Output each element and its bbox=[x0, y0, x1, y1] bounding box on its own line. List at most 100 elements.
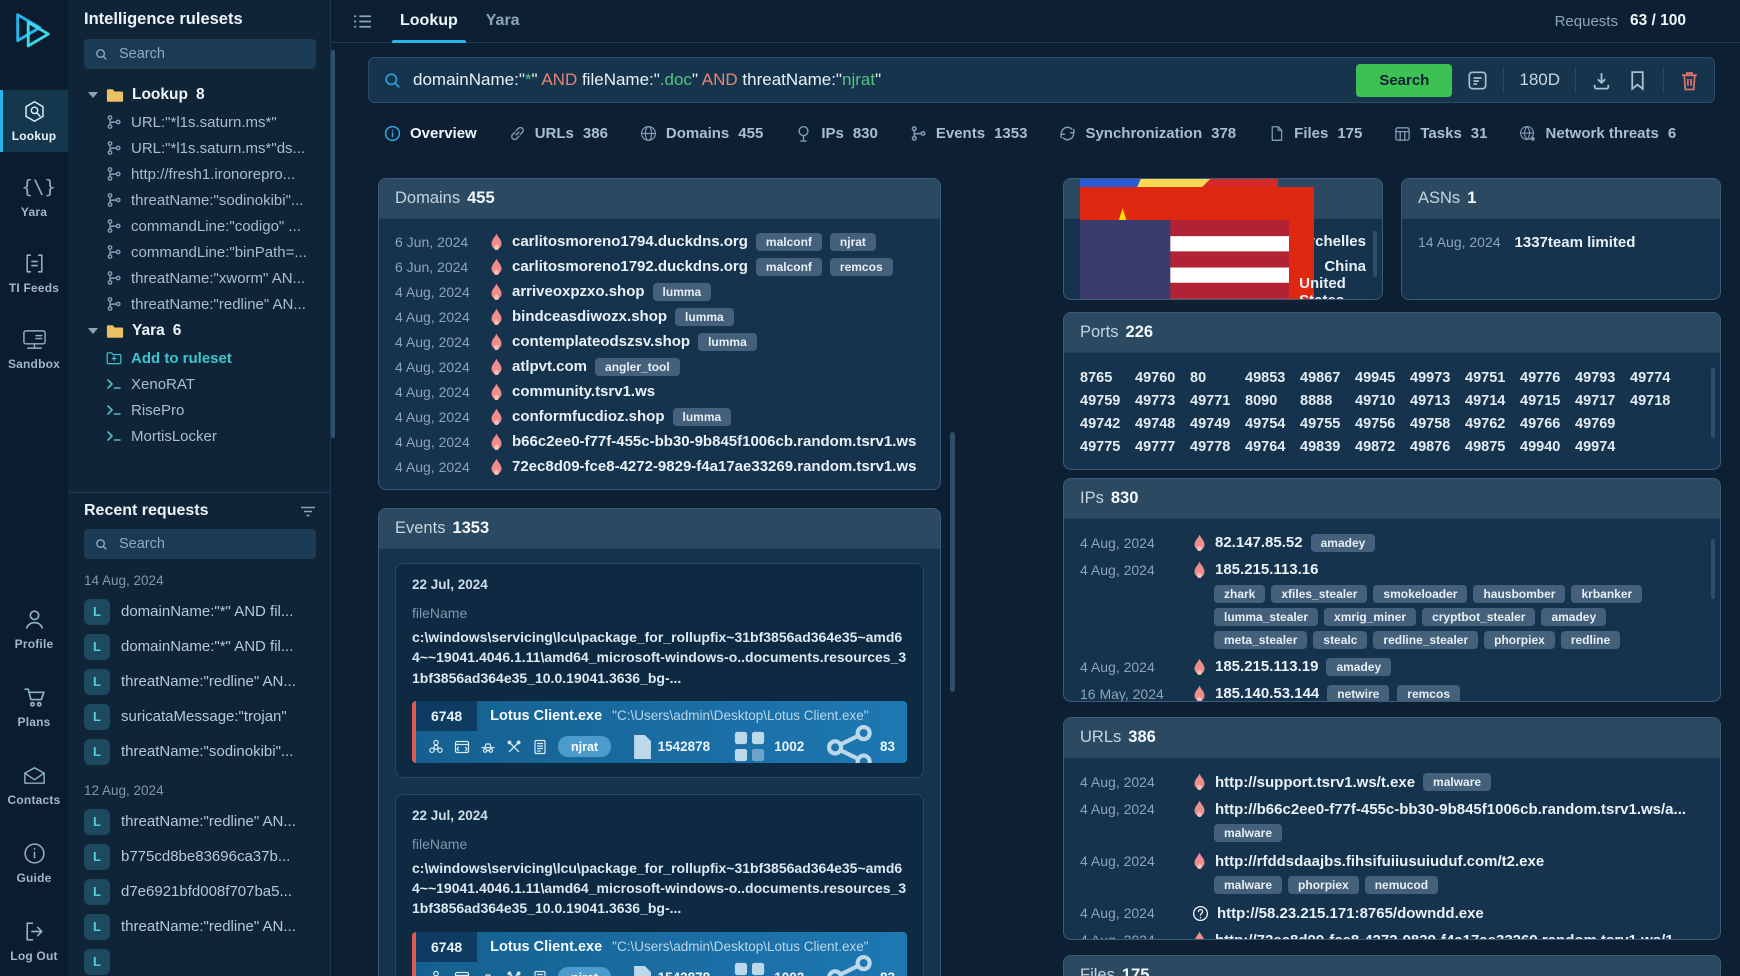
port-value[interactable]: 49853 bbox=[1245, 370, 1300, 386]
threat-tag[interactable]: malware bbox=[1214, 876, 1282, 894]
rulesets-search[interactable] bbox=[84, 39, 316, 69]
threat-tag[interactable]: lumma bbox=[673, 408, 732, 426]
url-link[interactable]: http://72ec8d09-fce8-4272-9829-f4a17ae33… bbox=[1215, 932, 1686, 941]
rail-item-ti-feeds[interactable]: TI Feeds bbox=[0, 242, 68, 304]
threat-tag[interactable]: netwire bbox=[1327, 685, 1389, 703]
domain-link[interactable]: b66c2ee0-f77f-455c-bb30-9b845f1006cb.ran… bbox=[512, 433, 916, 450]
domain-link[interactable]: arriveoxpzxo.shop bbox=[512, 283, 645, 300]
folder-lookup[interactable]: Lookup8 bbox=[68, 81, 330, 109]
event-filename-value[interactable]: c:\windows\servicing\lcu\package_for_rol… bbox=[412, 858, 907, 919]
port-value[interactable]: 49759 bbox=[1080, 393, 1135, 409]
trash-icon[interactable] bbox=[1679, 70, 1700, 91]
anyrun-logo-icon[interactable] bbox=[10, 8, 56, 54]
ruleset-item[interactable]: threatName:"xworm" AN... bbox=[68, 265, 330, 291]
ips-scrollbar[interactable] bbox=[1711, 539, 1715, 599]
port-value[interactable]: 49872 bbox=[1355, 439, 1410, 455]
threat-tag[interactable]: remcos bbox=[1397, 685, 1460, 703]
port-value[interactable]: 49760 bbox=[1135, 370, 1190, 386]
ip-link[interactable]: 185.215.113.19 bbox=[1215, 658, 1318, 675]
result-tab-overview[interactable]: Overview bbox=[384, 125, 477, 142]
overview-scrollbar[interactable] bbox=[950, 432, 955, 692]
port-value[interactable]: 49742 bbox=[1080, 416, 1135, 432]
threat-tag[interactable]: redline_stealer bbox=[1373, 631, 1478, 649]
ruleset-item[interactable]: threatName:"sodinokibi"... bbox=[68, 187, 330, 213]
domain-link[interactable]: carlitosmoreno1794.duckdns.org bbox=[512, 233, 748, 250]
recent-request-item[interactable]: LdomainName:"*" AND fil... bbox=[68, 594, 330, 629]
port-value[interactable]: 8888 bbox=[1300, 393, 1355, 409]
result-tab-files[interactable]: Files175 bbox=[1268, 125, 1362, 142]
port-value[interactable]: 49713 bbox=[1410, 393, 1465, 409]
result-tab-domains[interactable]: Domains455 bbox=[640, 125, 763, 142]
ip-link[interactable]: 185.140.53.144 bbox=[1215, 685, 1319, 702]
domain-link[interactable]: conformfucdioz.shop bbox=[512, 408, 665, 425]
port-value[interactable]: 80 bbox=[1190, 370, 1245, 386]
ruleset-item[interactable]: commandLine:"binPath=... bbox=[68, 239, 330, 265]
threat-tag[interactable]: malconf bbox=[756, 258, 822, 276]
threat-tag[interactable]: meta_stealer bbox=[1214, 631, 1307, 649]
port-value[interactable]: 49758 bbox=[1410, 416, 1465, 432]
rail-item-log-out[interactable]: Log Out bbox=[0, 910, 68, 972]
query-input[interactable]: domainName:"*" AND fileName:".doc" AND t… bbox=[413, 70, 1344, 90]
result-tab-urls[interactable]: URLs386 bbox=[509, 125, 608, 142]
threat-tag[interactable]: malware bbox=[1423, 773, 1491, 791]
threat-tag[interactable]: cryptbot_stealer bbox=[1422, 608, 1535, 626]
url-link[interactable]: http://rfddsdaajbs.fihsifuiiusuiuduf.com… bbox=[1215, 853, 1544, 870]
port-value[interactable]: 49778 bbox=[1190, 439, 1245, 455]
port-value[interactable]: 49717 bbox=[1575, 393, 1630, 409]
folder-yara[interactable]: Yara6 bbox=[68, 317, 330, 345]
port-value[interactable]: 49771 bbox=[1190, 393, 1245, 409]
threat-tag[interactable]: xfiles_stealer bbox=[1271, 585, 1367, 603]
port-value[interactable]: 49774 bbox=[1630, 370, 1685, 386]
recent-request-item[interactable]: LthreatName:"sodinokibi"... bbox=[68, 734, 330, 769]
threat-tag[interactable]: remcos bbox=[830, 258, 893, 276]
yara-rule-item[interactable]: MortisLocker bbox=[68, 423, 330, 449]
search-button[interactable]: Search bbox=[1356, 64, 1452, 97]
threat-tag[interactable]: malware bbox=[1214, 824, 1282, 842]
threat-tag[interactable]: phorpiex bbox=[1484, 631, 1555, 649]
port-value[interactable]: 49776 bbox=[1520, 370, 1575, 386]
ip-link[interactable]: 82.147.85.52 bbox=[1215, 534, 1303, 551]
recent-request-item[interactable]: LthreatName:"redline" AN... bbox=[68, 909, 330, 944]
malware-family-pill[interactable]: njrat bbox=[558, 967, 611, 976]
threat-tag[interactable]: redline bbox=[1561, 631, 1620, 649]
threat-tag[interactable]: nemucod bbox=[1365, 876, 1438, 894]
recent-request-item[interactable]: LdomainName:"*" AND fil... bbox=[68, 629, 330, 664]
threat-tag[interactable]: malconf bbox=[756, 233, 822, 251]
rail-item-profile[interactable]: Profile bbox=[0, 598, 68, 660]
threat-tag[interactable]: njrat bbox=[830, 233, 876, 251]
threat-tag[interactable]: amadey bbox=[1541, 608, 1606, 626]
process-bar[interactable]: 6748Lotus Client.exe"C:\Users\admin\Desk… bbox=[412, 932, 907, 976]
port-value[interactable]: 49974 bbox=[1575, 439, 1630, 455]
threat-tag[interactable]: lumma bbox=[653, 283, 712, 301]
result-tab-synchronization[interactable]: Synchronization378 bbox=[1059, 125, 1236, 142]
port-value[interactable]: 49777 bbox=[1135, 439, 1190, 455]
yara-rule-item[interactable]: XenoRAT bbox=[68, 371, 330, 397]
recent-search[interactable] bbox=[84, 529, 316, 559]
threat-tag[interactable]: stealc bbox=[1313, 631, 1367, 649]
download-icon[interactable] bbox=[1591, 70, 1612, 91]
port-value[interactable]: 49876 bbox=[1410, 439, 1465, 455]
saved-searches-icon[interactable] bbox=[1467, 70, 1488, 91]
recent-request-item[interactable]: LsuricataMessage:"trojan" bbox=[68, 699, 330, 734]
result-tab-ips[interactable]: IPs830 bbox=[795, 125, 878, 142]
threat-tag[interactable]: angler_tool bbox=[595, 358, 680, 376]
port-value[interactable]: 49764 bbox=[1245, 439, 1300, 455]
url-link[interactable]: http://b66c2ee0-f77f-455c-bb30-9b845f100… bbox=[1215, 801, 1686, 818]
recent-request-item[interactable]: LthreatName:"redline" AN... bbox=[68, 804, 330, 839]
port-value[interactable]: 49793 bbox=[1575, 370, 1630, 386]
port-value[interactable]: 8090 bbox=[1245, 393, 1300, 409]
rail-item-guide[interactable]: Guide bbox=[0, 832, 68, 894]
result-tab-tasks[interactable]: Tasks31 bbox=[1394, 125, 1487, 142]
port-value[interactable]: 49766 bbox=[1520, 416, 1575, 432]
threat-tag[interactable]: amadey bbox=[1311, 534, 1376, 552]
port-value[interactable]: 49755 bbox=[1300, 416, 1355, 432]
domain-link[interactable]: bindceasdiwozx.shop bbox=[512, 308, 667, 325]
port-value[interactable]: 49973 bbox=[1410, 370, 1465, 386]
ruleset-item[interactable]: http://fresh1.ironorepro... bbox=[68, 161, 330, 187]
filter-icon[interactable] bbox=[300, 505, 316, 518]
port-value[interactable]: 49762 bbox=[1465, 416, 1520, 432]
port-value[interactable]: 49940 bbox=[1520, 439, 1575, 455]
rail-item-yara[interactable]: {\}Yara bbox=[0, 166, 68, 228]
rail-item-contacts[interactable]: Contacts bbox=[0, 754, 68, 816]
domain-link[interactable]: community.tsrv1.ws bbox=[512, 383, 655, 400]
